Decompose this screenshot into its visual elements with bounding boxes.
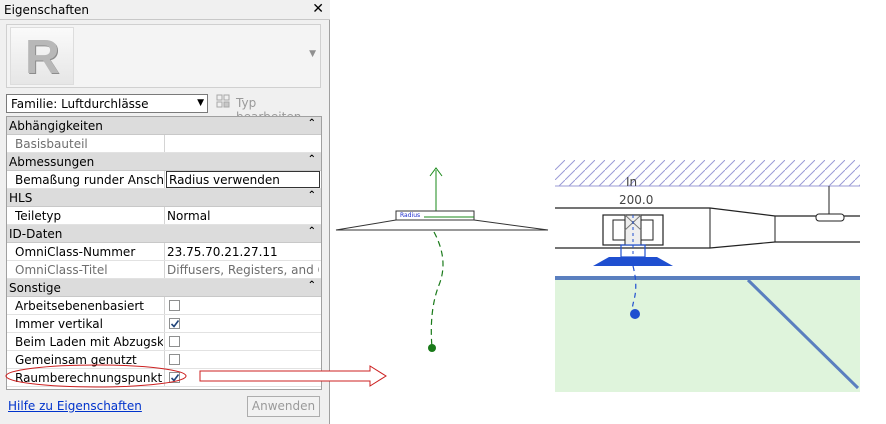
edit-type-icon <box>216 94 230 108</box>
category-hvac[interactable]: HLS ⌃ <box>7 189 321 207</box>
double-chevron-up-icon[interactable]: ⌃ <box>308 118 316 129</box>
chevron-down-icon[interactable]: ▼ <box>309 49 316 59</box>
double-chevron-up-icon[interactable]: ⌃ <box>308 154 316 165</box>
property-row-omniclass-number[interactable]: OmniClass-Nummer 23.75.70.21.27.11 <box>7 243 321 261</box>
room-calculation-point <box>428 344 436 352</box>
property-name: Beim Laden mit Abzugskö... <box>15 335 163 349</box>
property-row-round-dimension[interactable]: Bemaßung runder Anschl... Radius verwend… <box>7 171 321 189</box>
cut-voids-checkbox[interactable] <box>169 336 180 347</box>
radius-label: Radius <box>400 212 420 219</box>
project-view[interactable]: In 200.0 <box>555 160 860 392</box>
property-name: Raumberechnungspunkt <box>15 371 163 385</box>
workplane-based-checkbox[interactable] <box>169 300 180 311</box>
help-link[interactable]: Hilfe zu Eigenschaften <box>8 399 142 413</box>
duct-top <box>555 207 860 217</box>
property-row-shared: Gemeinsam genutzt <box>7 351 321 369</box>
room-calculation-point-project <box>630 309 640 319</box>
category-label: Abmessungen <box>9 155 95 169</box>
edit-type-button[interactable]: Typ bearbeiten <box>216 93 320 124</box>
property-name: Arbeitsebenenbasiert <box>15 299 144 313</box>
palette-title: Eigenschaften <box>4 3 90 17</box>
revit-logo: R <box>10 27 74 85</box>
properties-palette: Eigenschaften ✕ R ▼ Familie: Luftdurchlä… <box>0 0 330 424</box>
apply-button[interactable]: Anwenden <box>247 396 320 417</box>
shared-checkbox[interactable] <box>169 354 180 365</box>
type-selector-dropdown[interactable]: Familie: Luftdurchlässe ▼ <box>6 94 208 113</box>
checkmark-icon <box>170 374 180 382</box>
property-name: OmniClass-Nummer <box>15 245 136 259</box>
diffuser-face <box>335 219 549 231</box>
room-calculation-point-checkbox[interactable] <box>169 372 180 383</box>
property-name: Basisbauteil <box>15 137 88 151</box>
property-name: Bemaßung runder Anschl... <box>15 173 163 187</box>
duct-bottom <box>555 241 860 249</box>
double-chevron-up-icon[interactable]: ⌃ <box>308 280 316 291</box>
double-chevron-up-icon[interactable]: ⌃ <box>308 226 316 237</box>
category-dimensions[interactable]: Abmessungen ⌃ <box>7 153 321 171</box>
property-row-cut-voids: Beim Laden mit Abzugskö... <box>7 333 321 351</box>
category-label: ID-Daten <box>9 227 63 241</box>
checkmark-icon <box>170 320 180 328</box>
property-row-workplane-based: Arbeitsebenenbasiert <box>7 297 321 315</box>
palette-titlebar[interactable]: Eigenschaften ✕ <box>0 0 330 20</box>
category-label: HLS <box>9 191 33 205</box>
property-name: OmniClass-Titel <box>15 263 108 277</box>
property-name: Immer vertikal <box>15 317 103 331</box>
property-row-omniclass-title: OmniClass-Titel Diffusers, Registers, an… <box>7 261 321 279</box>
dimension-label: 200.0 <box>619 193 654 207</box>
family-editor-view[interactable]: Radius <box>334 160 550 360</box>
round-dimension-field[interactable]: Radius verwenden <box>166 171 320 188</box>
part-type-value[interactable]: Normal <box>167 209 319 223</box>
type-selector-value: Familie: Luftdurchlässe <box>11 97 149 111</box>
category-label: Abhängigkeiten <box>9 119 103 133</box>
property-name: Gemeinsam genutzt <box>15 353 137 367</box>
category-other[interactable]: Sonstige ⌃ <box>7 279 321 297</box>
always-vertical-checkbox[interactable] <box>169 318 180 329</box>
room-area <box>555 277 860 392</box>
ceiling-hatch <box>555 160 860 186</box>
property-row-part-type[interactable]: Teiletyp Normal <box>7 207 321 225</box>
category-constraints[interactable]: Abhängigkeiten ⌃ <box>7 117 321 135</box>
properties-grid: Abhängigkeiten ⌃ Basisbauteil Abmessunge… <box>6 116 322 390</box>
category-identity[interactable]: ID-Daten ⌃ <box>7 225 321 243</box>
level-label: In <box>626 175 638 189</box>
close-icon[interactable]: ✕ <box>312 1 324 17</box>
category-label: Sonstige <box>9 281 61 295</box>
property-row-room-calculation-point: Raumberechnungspunkt <box>7 369 321 387</box>
property-name: Teiletyp <box>15 209 62 223</box>
chevron-down-icon: ▼ <box>197 98 204 108</box>
type-preview[interactable]: R ▼ <box>6 24 321 88</box>
omniclass-title-value: Diffusers, Registers, and Gri... <box>167 263 319 277</box>
property-row-host: Basisbauteil <box>7 135 321 153</box>
room-point-path <box>430 231 444 349</box>
omniclass-number-value[interactable]: 23.75.70.21.27.11 <box>167 245 319 259</box>
property-row-always-vertical: Immer vertikal <box>7 315 321 333</box>
double-chevron-up-icon[interactable]: ⌃ <box>308 190 316 201</box>
